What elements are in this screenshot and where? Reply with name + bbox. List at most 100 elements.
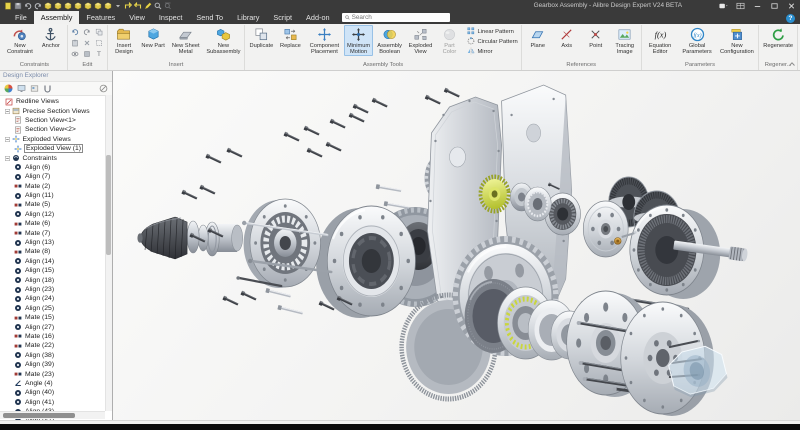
maximize-button[interactable]: [769, 1, 779, 10]
tree-item-align-7[interactable]: Align (7): [0, 172, 112, 181]
tree-item-redline-views[interactable]: Redline Views: [0, 97, 112, 106]
model-viewport[interactable]: [113, 71, 800, 420]
tree-item-section-view-1[interactable]: Section View<1>: [0, 116, 112, 125]
tracing-image-button[interactable]: Tracing Image: [611, 25, 639, 56]
part-color-button[interactable]: Part Color: [435, 25, 463, 56]
tree-item-mate-22[interactable]: Mate (22): [0, 341, 112, 350]
suppress-icon[interactable]: [99, 84, 108, 93]
input-shaft[interactable]: [137, 217, 187, 259]
tree-item-align-41[interactable]: Align (41): [0, 398, 112, 407]
tree-item-exploded-view-1[interactable]: Exploded View (1): [0, 144, 112, 153]
vertical-scrollbar-thumb[interactable]: [106, 155, 111, 255]
constraint-tools-icon[interactable]: [43, 84, 52, 93]
tree-item-align-18[interactable]: Align (18): [0, 275, 112, 284]
swatch-icon[interactable]: [82, 49, 93, 59]
frame-icon[interactable]: [94, 38, 105, 48]
tree-item-mate-15[interactable]: Mate (15): [0, 313, 112, 322]
tree-item-angle-4[interactable]: Angle (4): [0, 379, 112, 388]
tree-item-mate-16[interactable]: Mate (16): [0, 332, 112, 341]
open-assembly-icon[interactable]: [53, 1, 62, 10]
redo-icon[interactable]: [33, 1, 42, 10]
tree-item-align-11[interactable]: Align (11): [0, 191, 112, 200]
tree-item-section-view-2[interactable]: Section View<2>: [0, 125, 112, 134]
display-options-icon[interactable]: [17, 84, 26, 93]
tree-item-align-13[interactable]: Align (13): [0, 238, 112, 247]
tree-item-constraints[interactable]: Constraints: [0, 153, 112, 162]
tab-send-to[interactable]: Send To: [189, 11, 230, 24]
brass-fitting[interactable]: [614, 238, 621, 245]
tree-item-align-24[interactable]: Align (24): [0, 294, 112, 303]
tab-inspect[interactable]: Inspect: [152, 11, 190, 24]
tree-item-align-14[interactable]: Align (14): [0, 257, 112, 266]
plane-button[interactable]: Plane: [524, 25, 552, 50]
undo-icon[interactable]: [23, 1, 32, 10]
tree-item-mate-8[interactable]: Mate (8): [0, 247, 112, 256]
mirror-button[interactable]: Mirror: [467, 47, 517, 56]
exploded-view-button[interactable]: Exploded View: [406, 25, 434, 56]
new-subassembly-button[interactable]: New Subassembly: [204, 25, 242, 56]
tree-item-align-38[interactable]: Align (38): [0, 351, 112, 360]
tree-item-align-15[interactable]: Align (15): [0, 266, 112, 275]
search-input[interactable]: [352, 14, 447, 22]
component-placement-button[interactable]: Component Placement: [305, 25, 343, 56]
insert-design-button[interactable]: Insert Design: [110, 25, 138, 56]
global-parameters-button[interactable]: f(x)Global Parameters: [678, 25, 717, 56]
redo-icon[interactable]: [82, 27, 93, 37]
linear-pattern-button[interactable]: Linear Pattern: [467, 27, 517, 36]
point-button[interactable]: Point: [582, 25, 610, 50]
paste-icon[interactable]: [70, 38, 81, 48]
new-part-button[interactable]: New Part: [139, 25, 167, 50]
tab-file[interactable]: File: [8, 11, 34, 24]
open-drawing-icon[interactable]: [63, 1, 72, 10]
expander-icon[interactable]: [5, 137, 10, 142]
package-icon[interactable]: [103, 1, 112, 10]
copy-icon[interactable]: [94, 27, 105, 37]
zoom-select-icon[interactable]: [153, 1, 162, 10]
vertical-scrollbar[interactable]: [105, 95, 112, 411]
insert-symbol-icon[interactable]: [93, 1, 102, 10]
tab-add-on[interactable]: Add-on: [299, 11, 337, 24]
anchor-button[interactable]: Anchor: [37, 25, 65, 50]
tree-item-mate-23[interactable]: Mate (23): [0, 369, 112, 378]
insert-assembly-icon[interactable]: [83, 1, 92, 10]
tree-item-align-23[interactable]: Align (23): [0, 285, 112, 294]
close-button[interactable]: [786, 1, 796, 10]
tree-item-precise-section-views[interactable]: Precise Section Views: [0, 106, 112, 115]
help-button[interactable]: ?: [786, 14, 795, 23]
tree-item-align-40[interactable]: Align (40): [0, 388, 112, 397]
tree-item-mate-7[interactable]: Mate (7): [0, 228, 112, 237]
redline-export-icon[interactable]: [133, 1, 142, 10]
tree-item-mate-6[interactable]: Mate (6): [0, 219, 112, 228]
regenerate-button[interactable]: Regenerate: [761, 25, 795, 50]
dropdown-caret-icon[interactable]: [113, 1, 122, 10]
tree-item-align-27[interactable]: Align (27): [0, 322, 112, 331]
tab-features[interactable]: Features: [79, 11, 122, 24]
tree-item-mate-5[interactable]: Mate (5): [0, 200, 112, 209]
color-wheel-icon[interactable]: [4, 84, 13, 93]
layout-switcher-icon[interactable]: [718, 1, 728, 10]
tree-item-mate-2[interactable]: Mate (2): [0, 182, 112, 191]
axis-button[interactable]: Axis: [553, 25, 581, 50]
expander-icon[interactable]: [5, 109, 10, 114]
new-sheet-metal-button[interactable]: New Sheet Metal: [168, 25, 203, 56]
horizontal-scrollbar[interactable]: [0, 411, 105, 419]
redline-import-icon[interactable]: [123, 1, 132, 10]
circular-pattern-button[interactable]: Circular Pattern: [467, 37, 517, 46]
expander-icon[interactable]: [5, 156, 10, 161]
assembly-boolean-button[interactable]: Assembly Boolean: [374, 25, 406, 56]
configurations-icon[interactable]: [30, 84, 39, 93]
duplicate-button[interactable]: Duplicate: [247, 25, 275, 50]
tree-item-align-12[interactable]: Align (12): [0, 210, 112, 219]
find-dim-icon[interactable]: [163, 1, 172, 10]
show-icon[interactable]: [70, 49, 81, 59]
save-icon[interactable]: [13, 1, 22, 10]
tree-item-align-6[interactable]: Align (6): [0, 163, 112, 172]
text-icon[interactable]: T: [94, 49, 105, 59]
minimize-button[interactable]: [752, 1, 762, 10]
shaft-collars[interactable]: [187, 221, 243, 256]
annotate-pen-icon[interactable]: [143, 1, 152, 10]
delete-icon[interactable]: [82, 38, 93, 48]
horizontal-scrollbar-thumb[interactable]: [3, 413, 75, 418]
equation-editor-button[interactable]: f(x)Equation Editor: [644, 25, 677, 56]
insert-part-icon[interactable]: [73, 1, 82, 10]
